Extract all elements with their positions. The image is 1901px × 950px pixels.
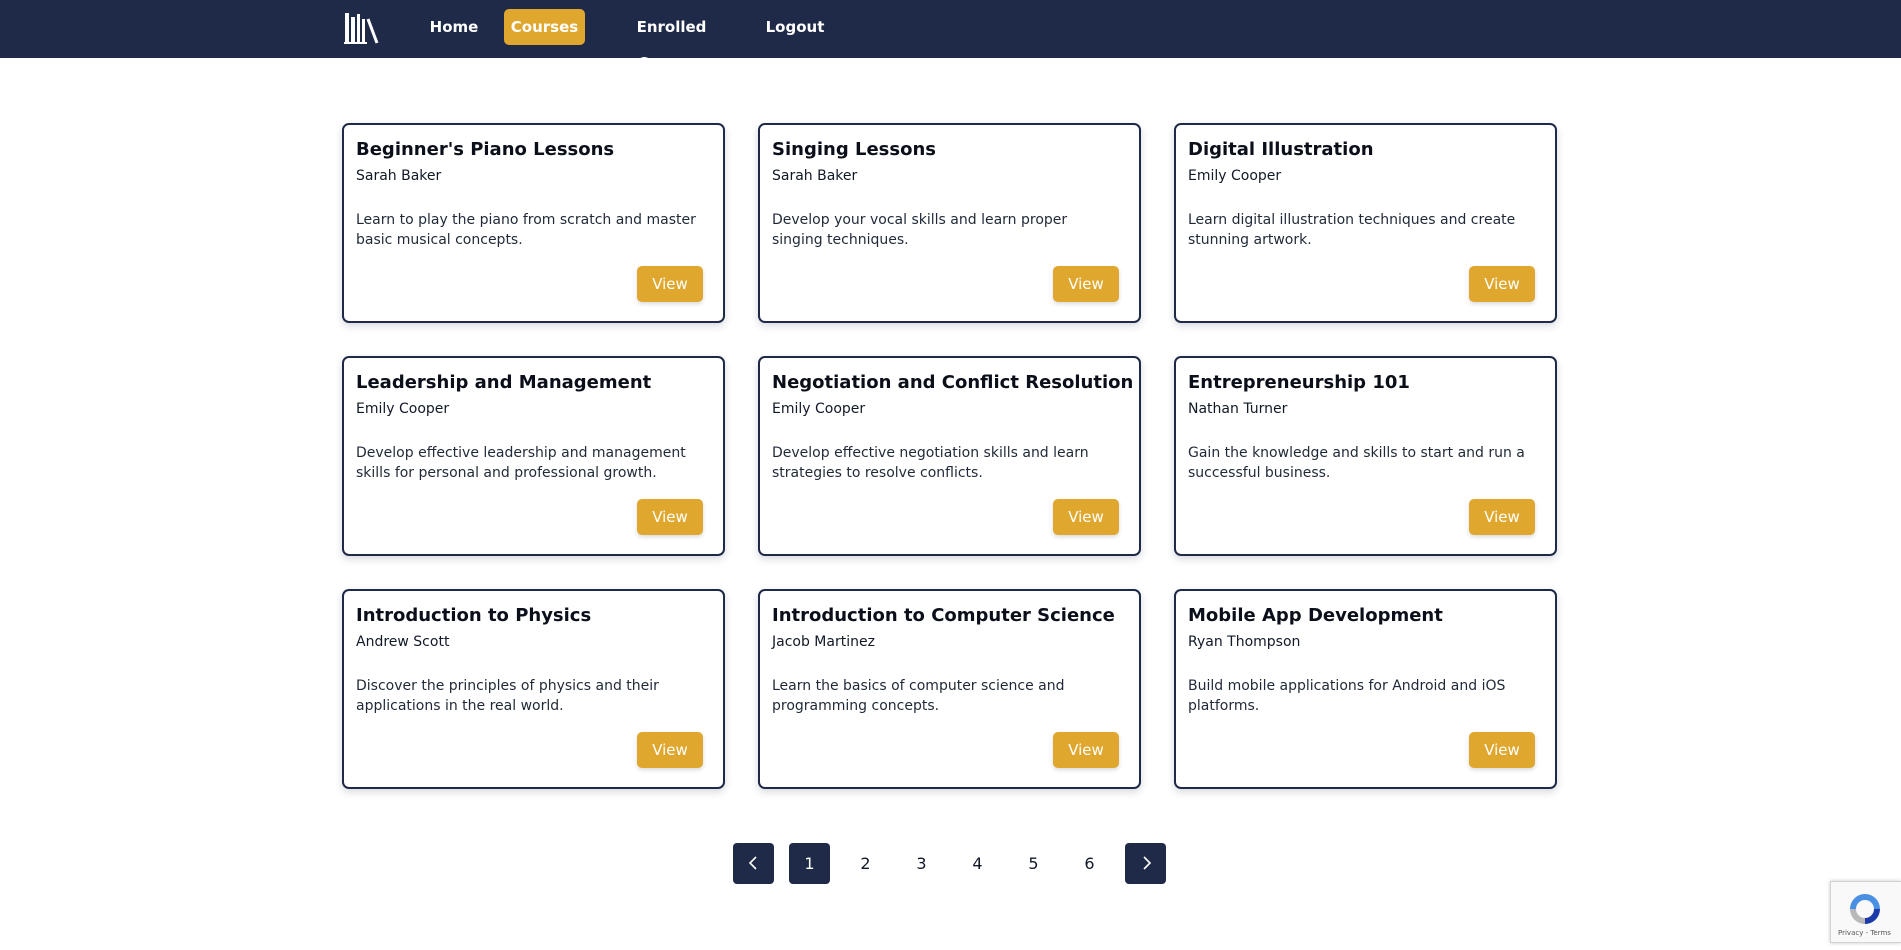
course-card: Entrepreneurship 101 Nathan Turner Gain …: [1174, 356, 1557, 556]
course-card: Mobile App Development Ryan Thompson Bui…: [1174, 589, 1557, 789]
course-card: Digital Illustration Emily Cooper Learn …: [1174, 123, 1557, 323]
course-card: Leadership and Management Emily Cooper D…: [342, 356, 725, 556]
course-title: Leadership and Management: [356, 372, 652, 393]
chevron-left-icon: [748, 856, 757, 870]
course-instructor: Sarah Baker: [356, 168, 442, 184]
view-button[interactable]: View: [1053, 499, 1119, 535]
view-button[interactable]: View: [637, 732, 703, 768]
page-4-button[interactable]: 4: [957, 843, 998, 884]
nav-enrolled-courses[interactable]: Enrolled Courses: [607, 9, 736, 72]
page-3-button[interactable]: 3: [901, 843, 942, 884]
course-title: Negotiation and Conflict Resolution: [772, 372, 1134, 393]
course-card: Negotiation and Conflict Resolution Emil…: [758, 356, 1141, 556]
page-5-button[interactable]: 5: [1013, 843, 1054, 884]
course-description: Gain the knowledge and skills to start a…: [1188, 445, 1525, 481]
library-logo-icon[interactable]: [343, 11, 383, 47]
course-title: Introduction to Physics: [356, 605, 592, 626]
top-navbar: Home Courses Enrolled Courses Logout: [0, 0, 1901, 72]
nav-logout[interactable]: Logout: [763, 9, 827, 45]
course-instructor: Ryan Thompson: [1188, 634, 1301, 650]
prev-page-button[interactable]: [733, 843, 774, 884]
course-title: Beginner's Piano Lessons: [356, 139, 615, 160]
course-title: Mobile App Development: [1188, 605, 1443, 626]
course-description: Develop your vocal skills and learn prop…: [772, 212, 1068, 248]
course-description: Discover the principles of physics and t…: [356, 678, 659, 714]
course-card: Introduction to Computer Science Jacob M…: [758, 589, 1141, 789]
view-button[interactable]: View: [1469, 266, 1535, 302]
course-card: Singing Lessons Sarah Baker Develop your…: [758, 123, 1141, 323]
page-1-button[interactable]: 1: [789, 843, 830, 884]
recaptcha-logo-icon: [1850, 894, 1880, 924]
recaptcha-badge[interactable]: Privacy - Terms: [1830, 881, 1901, 943]
course-card: Introduction to Physics Andrew Scott Dis…: [342, 589, 725, 789]
course-grid: Beginner's Piano Lessons Sarah Baker Lea…: [342, 123, 1557, 789]
course-title: Singing Lessons: [772, 139, 936, 160]
nav-courses[interactable]: Courses: [504, 9, 585, 45]
chevron-right-icon: [1143, 856, 1152, 870]
course-instructor: Andrew Scott: [356, 634, 450, 650]
course-title: Digital Illustration: [1188, 139, 1374, 160]
course-description: Learn digital illustration techniques an…: [1188, 212, 1516, 248]
page-2-button[interactable]: 2: [845, 843, 886, 884]
course-description: Learn to play the piano from scratch and…: [356, 212, 696, 248]
course-instructor: Nathan Turner: [1188, 401, 1288, 417]
nav-home[interactable]: Home: [425, 9, 483, 45]
next-page-button[interactable]: [1125, 843, 1166, 884]
recaptcha-terms[interactable]: Privacy - Terms: [1838, 929, 1891, 937]
course-instructor: Emily Cooper: [1188, 168, 1282, 184]
course-instructor: Sarah Baker: [772, 168, 858, 184]
view-button[interactable]: View: [1469, 732, 1535, 768]
course-description: Develop effective negotiation skills and…: [772, 445, 1089, 481]
course-description: Develop effective leadership and managem…: [356, 445, 686, 481]
course-title: Introduction to Computer Science: [772, 605, 1115, 626]
course-card: Beginner's Piano Lessons Sarah Baker Lea…: [342, 123, 725, 323]
course-instructor: Emily Cooper: [356, 401, 450, 417]
view-button[interactable]: View: [1053, 732, 1119, 768]
course-description: Learn the basics of computer science and…: [772, 678, 1065, 714]
view-button[interactable]: View: [637, 499, 703, 535]
view-button[interactable]: View: [637, 266, 703, 302]
view-button[interactable]: View: [1053, 266, 1119, 302]
page-6-button[interactable]: 6: [1069, 843, 1110, 884]
course-instructor: Jacob Martinez: [772, 634, 875, 650]
course-instructor: Emily Cooper: [772, 401, 866, 417]
course-description: Build mobile applications for Android an…: [1188, 678, 1506, 714]
view-button[interactable]: View: [1469, 499, 1535, 535]
course-title: Entrepreneurship 101: [1188, 372, 1410, 393]
